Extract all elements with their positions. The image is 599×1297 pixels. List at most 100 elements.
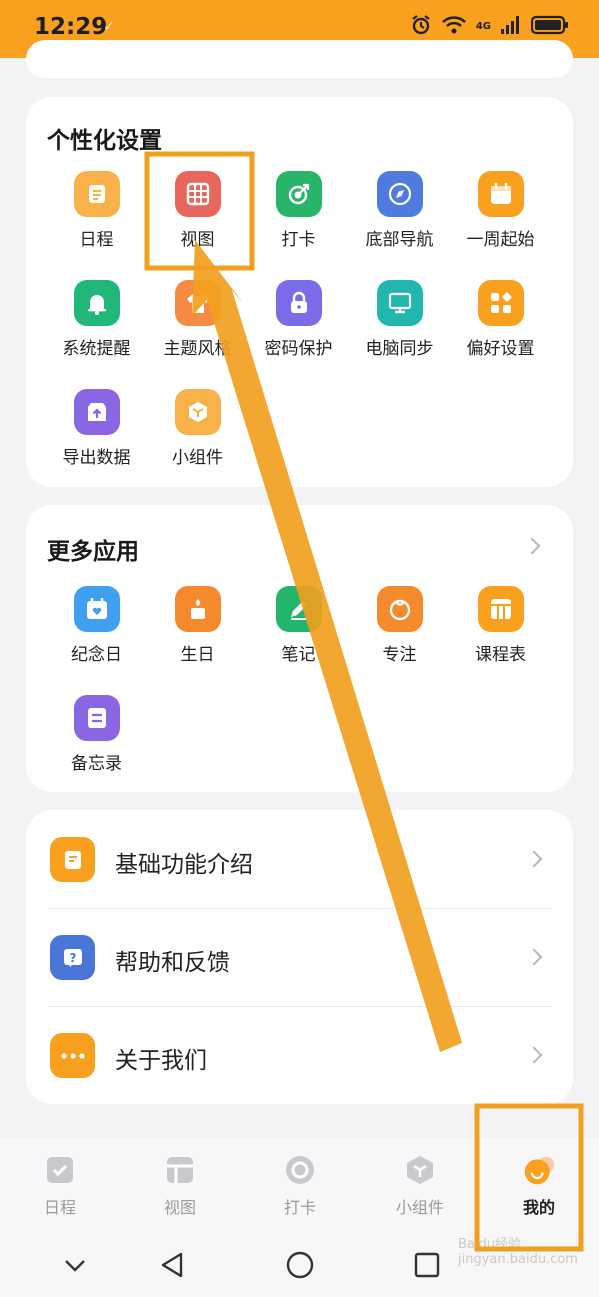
- status-time: 12:29: [34, 14, 108, 40]
- watermark: Baidu经验 jingyan.baidu.com: [458, 1237, 578, 1267]
- personalization-title: 个性化设置: [47, 128, 162, 154]
- anniversary-icon: [73, 586, 120, 632]
- grid-item-label: 底部导航: [365, 230, 434, 250]
- home-icon[interactable]: [280, 1248, 320, 1282]
- signal-icon: [500, 15, 522, 39]
- export-icon: [73, 389, 120, 435]
- grid-item-timetable[interactable]: 课程表: [450, 586, 551, 665]
- menu-item-help-feedback[interactable]: ? 帮助和反馈: [26, 908, 573, 1006]
- grid-item-label: 日程: [79, 230, 114, 250]
- grid-item-label: 电脑同步: [365, 339, 434, 359]
- grid-item-label: 生日: [180, 645, 215, 665]
- widget-tab-icon: [404, 1154, 436, 1186]
- svg-text:?: ?: [69, 951, 76, 965]
- more-apps-title: 更多应用: [47, 539, 139, 565]
- menu-item-label: 帮助和反馈: [115, 950, 230, 976]
- back-icon[interactable]: [152, 1248, 192, 1282]
- grid-item-bottom-nav[interactable]: 底部导航: [349, 171, 450, 250]
- grid-item-week-start[interactable]: 一周起始: [450, 171, 551, 250]
- schedule-icon: [73, 171, 120, 217]
- monitor-icon: [376, 280, 423, 326]
- chevron-right-icon: [525, 948, 543, 966]
- view-tab-icon: [164, 1154, 196, 1186]
- tab-mine[interactable]: 我的: [479, 1154, 599, 1218]
- more-apps-card: 更多应用 纪念日 生日 笔记 专注 课程表 备忘录: [26, 505, 573, 792]
- grid-item-label: 纪念日: [71, 645, 122, 665]
- tab-label: 视图: [163, 1198, 196, 1217]
- grid-item-preferences[interactable]: 偏好设置: [450, 280, 551, 359]
- grid-item-label: 笔记: [281, 645, 316, 665]
- grid-item-label: 课程表: [475, 645, 526, 665]
- checkin-target-icon: [275, 171, 322, 217]
- chevron-right-icon[interactable]: [523, 537, 541, 555]
- tab-widget[interactable]: 小组件: [360, 1154, 480, 1218]
- grid-item-notes[interactable]: 笔记: [248, 586, 349, 665]
- tab-schedule[interactable]: 日程: [0, 1154, 120, 1218]
- timetable-icon: [477, 586, 524, 632]
- birthday-cake-icon: [174, 586, 221, 632]
- tomato-timer-icon: [376, 586, 423, 632]
- menu-item-about-us[interactable]: 关于我们: [26, 1006, 573, 1104]
- grid-item-label: 视图: [180, 230, 215, 250]
- grid-view-icon: [174, 171, 221, 217]
- previous-card: [26, 40, 573, 78]
- grid-item-label: 打卡: [281, 230, 316, 250]
- menu-item-basic-intro[interactable]: 基础功能介绍: [26, 810, 573, 908]
- compass-icon: [376, 171, 423, 217]
- battery-icon: [530, 15, 569, 39]
- recents-icon[interactable]: [407, 1248, 447, 1282]
- mine-tab-icon: [523, 1154, 555, 1186]
- grid-item-label: 专注: [382, 645, 417, 665]
- grid-item-label: 系统提醒: [62, 339, 131, 359]
- grid-item-label: 导出数据: [62, 448, 131, 468]
- checkin-tab-icon: [284, 1154, 316, 1186]
- schedule-tab-icon: [44, 1154, 76, 1186]
- grid-item-label: 偏好设置: [466, 339, 535, 359]
- tab-label: 我的: [522, 1198, 555, 1217]
- grid-item-birthday[interactable]: 生日: [147, 586, 248, 665]
- grid-item-export[interactable]: 导出数据: [46, 389, 147, 468]
- widget-cube-icon: [174, 389, 221, 435]
- grid-item-widget[interactable]: 小组件: [147, 389, 248, 468]
- pencil-icon: [275, 586, 322, 632]
- grid-item-pc-sync[interactable]: 电脑同步: [349, 280, 450, 359]
- grid-item-label: 备忘录: [71, 754, 122, 774]
- grid-item-label: 一周起始: [466, 230, 535, 250]
- lock-icon: [275, 280, 322, 326]
- menu-card: 基础功能介绍 ? 帮助和反馈 关于我们: [26, 810, 573, 1104]
- document-icon: [50, 837, 95, 882]
- help-icon: ?: [50, 935, 95, 980]
- grid-item-password[interactable]: 密码保护: [248, 280, 349, 359]
- more-dots-icon: [50, 1033, 95, 1078]
- grid-item-anniversary[interactable]: 纪念日: [46, 586, 147, 665]
- preferences-icon: [477, 280, 524, 326]
- grid-item-label: 主题风格: [163, 339, 232, 359]
- check-icon: ✓: [103, 19, 115, 35]
- grid-item-focus[interactable]: 专注: [349, 586, 450, 665]
- tab-view[interactable]: 视图: [120, 1154, 240, 1218]
- tab-label: 打卡: [283, 1198, 316, 1217]
- collapse-nav-icon[interactable]: [55, 1248, 95, 1282]
- network-type: 4G: [475, 21, 491, 32]
- chevron-right-icon: [525, 1046, 543, 1064]
- grid-item-reminder[interactable]: 系统提醒: [46, 280, 147, 359]
- menu-item-label: 关于我们: [115, 1048, 207, 1074]
- bell-icon: [73, 280, 120, 326]
- bottom-tab-bar: 日程 视图 打卡 小组件 我的: [0, 1138, 599, 1230]
- grid-item-label: 密码保护: [264, 339, 333, 359]
- chevron-right-icon: [525, 850, 543, 868]
- grid-item-view[interactable]: 视图: [147, 171, 248, 250]
- grid-item-memo[interactable]: 备忘录: [46, 695, 147, 774]
- tab-label: 日程: [43, 1198, 76, 1217]
- personalization-card: 个性化设置 日程 视图 打卡 底部导航 一周起始 系统提醒 主题风格 密码保护 …: [26, 97, 573, 487]
- calendar-icon: [477, 171, 524, 217]
- grid-item-checkin[interactable]: 打卡: [248, 171, 349, 250]
- grid-item-schedule[interactable]: 日程: [46, 171, 147, 250]
- grid-item-theme[interactable]: 主题风格: [147, 280, 248, 359]
- tab-label: 小组件: [395, 1198, 444, 1217]
- grid-item-label: 小组件: [172, 448, 223, 468]
- memo-icon: [73, 695, 120, 741]
- wifi-icon: [441, 15, 467, 39]
- tab-checkin[interactable]: 打卡: [240, 1154, 360, 1218]
- menu-item-label: 基础功能介绍: [115, 852, 253, 878]
